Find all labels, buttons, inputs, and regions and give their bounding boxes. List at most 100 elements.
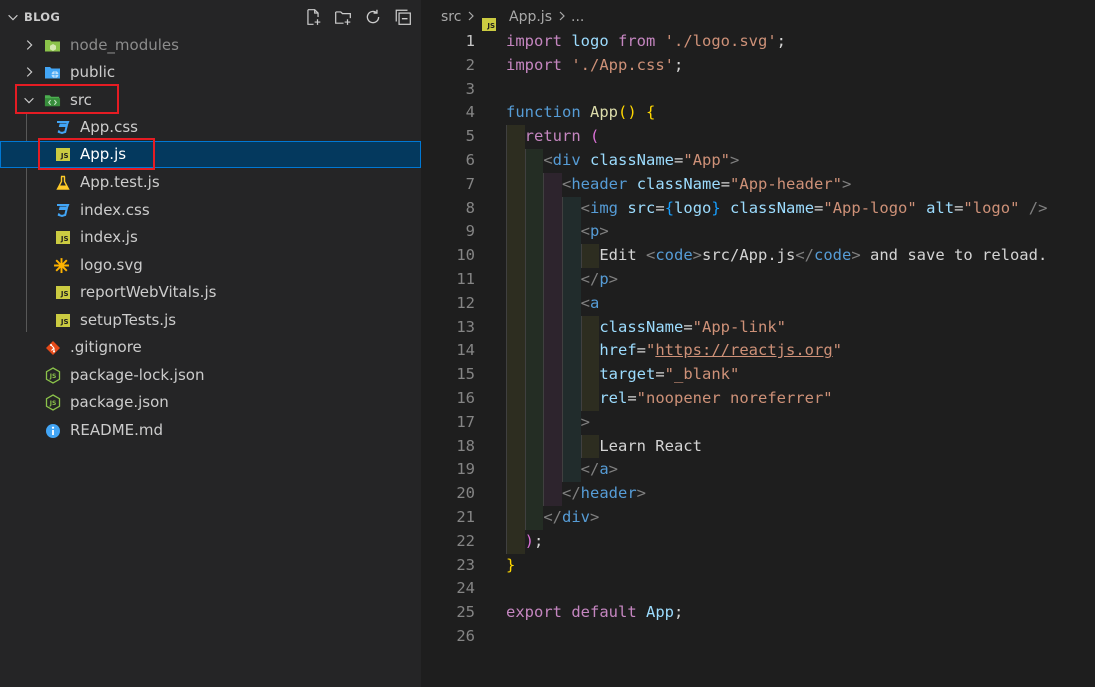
git-file-icon	[44, 339, 61, 356]
code-line[interactable]: className="App-link"	[506, 316, 786, 340]
tree-item-label: reportWebVitals.js	[80, 283, 217, 301]
code-token: >	[608, 270, 619, 288]
code-token: App	[590, 103, 618, 122]
code-token: }	[711, 198, 721, 217]
line-number: 5	[465, 127, 475, 146]
tree-item-public[interactable]: public	[0, 59, 421, 86]
code-token: =	[683, 317, 693, 336]
collapse-all-icon[interactable]	[393, 7, 413, 27]
code-token: target	[599, 365, 656, 384]
code-line[interactable]: Learn React	[506, 435, 702, 459]
code-line[interactable]: <div className="App">	[506, 149, 739, 173]
line-number: 13	[456, 317, 475, 336]
css-file-icon	[54, 119, 71, 136]
code-token: </	[795, 246, 814, 265]
tree-item-package-lock-json[interactable]: JS package-lock.json	[0, 362, 421, 389]
tree-item-index-css[interactable]: index.css	[0, 197, 421, 224]
chevron-down-icon[interactable]	[6, 10, 20, 24]
tree-item-logo-svg[interactable]: logo.svg	[0, 252, 421, 279]
code-line[interactable]: href="https://reactjs.org"	[506, 339, 842, 363]
code-line[interactable]: </p>	[506, 268, 618, 292]
chevron-right-icon[interactable]	[22, 65, 36, 79]
line-number: 12	[456, 293, 475, 312]
code-token: )	[524, 531, 535, 550]
tree-item-node-modules[interactable]: node_modules	[0, 32, 421, 59]
code-token: >	[730, 151, 740, 169]
code-line[interactable]: target="_blank"	[506, 363, 739, 387]
new-file-icon[interactable]	[303, 7, 323, 27]
code-line[interactable]: rel="noopener noreferrer"	[506, 387, 832, 411]
code-line[interactable]: <img src={logo} className="App-logo" alt…	[506, 197, 1048, 221]
code-line[interactable]: </a>	[506, 458, 618, 482]
code-line[interactable]: );	[506, 530, 544, 554]
code-token: from	[618, 32, 656, 50]
code-token: src	[627, 198, 656, 217]
line-number: 6	[465, 151, 475, 169]
code-line[interactable]: import './App.css';	[506, 54, 683, 78]
code-token: =	[655, 365, 665, 384]
new-folder-icon[interactable]	[333, 7, 353, 27]
code-token: "App-link"	[692, 317, 786, 336]
refresh-icon[interactable]	[363, 7, 383, 27]
tree-item-label: index.js	[80, 228, 138, 246]
highlight-box-src	[15, 84, 119, 114]
code-token: =	[720, 174, 731, 193]
code-editor[interactable]: src JS App.js ... 1 import logo from './l…	[421, 0, 1095, 687]
code-line[interactable]: </header>	[506, 482, 646, 506]
code-line[interactable]: function App() {	[506, 101, 655, 125]
code-token: className	[730, 198, 815, 217]
code-token: rel	[599, 389, 628, 407]
code-token: =	[814, 198, 824, 217]
code-token: >	[580, 412, 590, 431]
explorer-title: BLOG	[24, 10, 61, 24]
breadcrumb-file[interactable]: App.js	[509, 9, 552, 25]
code-token: =	[636, 341, 646, 360]
code-token: ;	[534, 531, 544, 550]
tree-item-report-web-vitals-js[interactable]: JS reportWebVitals.js	[0, 279, 421, 306]
code-token: }	[506, 555, 516, 574]
code-token: <	[562, 174, 572, 193]
explorer-header[interactable]: BLOG	[0, 0, 421, 34]
code-token: >	[636, 484, 647, 503]
chevron-right-icon[interactable]	[22, 38, 36, 52]
code-token: p	[590, 222, 600, 241]
line-number: 1	[465, 32, 475, 50]
chevron-right-icon	[558, 8, 568, 28]
tree-item-app-test-js[interactable]: App.test.js	[0, 169, 421, 196]
breadcrumb-ellipsis[interactable]: ...	[571, 9, 584, 25]
code-token: ;	[674, 603, 684, 622]
code-token: >	[842, 174, 852, 193]
tree-item-package-json[interactable]: JS package.json	[0, 389, 421, 416]
code-line[interactable]: >	[506, 411, 590, 435]
code-line[interactable]: return (	[506, 125, 600, 149]
tree-item-gitignore[interactable]: .gitignore	[0, 334, 421, 361]
tree-item-app-css[interactable]: App.css	[0, 114, 421, 141]
code-line[interactable]: Edit <code>src/App.js</code> and save to…	[506, 244, 1047, 268]
code-token: alt	[926, 198, 955, 217]
code-line[interactable]: <p>	[506, 220, 609, 244]
highlight-box-app-js	[38, 138, 155, 170]
tree-item-setup-tests-js[interactable]: JS setupTests.js	[0, 307, 421, 334]
code-token: =	[655, 198, 665, 217]
code-line[interactable]: <a	[506, 292, 600, 316]
code-line[interactable]: export default App;	[506, 601, 683, 625]
code-line[interactable]: import logo from './logo.svg';	[506, 30, 786, 54]
tree-item-readme-md[interactable]: README.md	[0, 417, 421, 444]
code-line[interactable]: <header className="App-header">	[506, 173, 851, 197]
tree-item-index-js[interactable]: JS index.js	[0, 224, 421, 251]
code-line[interactable]: }	[506, 554, 515, 578]
code-line[interactable]: </div>	[506, 506, 599, 530]
breadcrumb-folder[interactable]: src	[441, 9, 461, 25]
code-token: className	[590, 151, 675, 169]
